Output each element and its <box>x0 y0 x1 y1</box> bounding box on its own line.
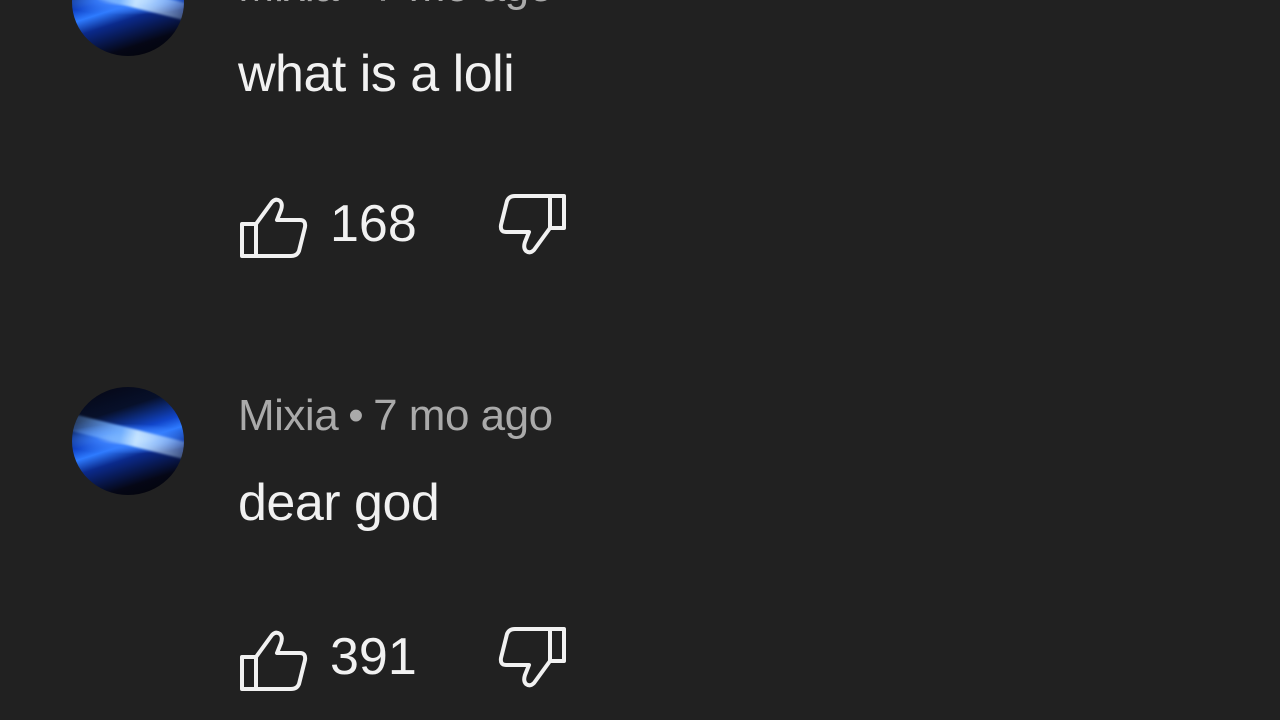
thumbs-down-icon <box>498 194 566 255</box>
thumbs-up-icon <box>240 630 308 691</box>
comment-item: Mixia • 7 mo ago dear god 391 <box>0 375 1280 705</box>
avatar[interactable] <box>72 387 184 495</box>
meta-separator: • <box>348 391 364 440</box>
like-count: 391 <box>330 628 417 686</box>
comment-text: what is a loli <box>238 45 515 103</box>
comment-author[interactable]: Mixia <box>238 391 339 440</box>
comment-meta: Mixia • 7 mo ago <box>238 0 553 12</box>
comment-meta: Mixia•7 mo ago <box>238 391 553 441</box>
like-button[interactable] <box>238 196 310 260</box>
dislike-button[interactable] <box>496 625 568 689</box>
comment-actions: 391 <box>238 625 638 695</box>
thumbs-down-icon <box>498 627 566 688</box>
comment-author[interactable]: Mixia <box>238 0 339 11</box>
comment-actions: 168 <box>238 192 638 262</box>
dislike-button[interactable] <box>496 192 568 256</box>
avatar[interactable] <box>72 0 184 56</box>
comment-text: dear god <box>238 474 440 532</box>
comment-age: 7 mo ago <box>373 391 553 440</box>
meta-separator: • <box>348 0 363 11</box>
like-button[interactable] <box>238 629 310 693</box>
like-count: 168 <box>330 195 417 253</box>
comment-item: Mixia • 7 mo ago what is a loli 168 <box>0 0 1280 318</box>
thumbs-up-icon <box>240 197 308 258</box>
comment-age: 7 mo ago <box>373 0 553 11</box>
